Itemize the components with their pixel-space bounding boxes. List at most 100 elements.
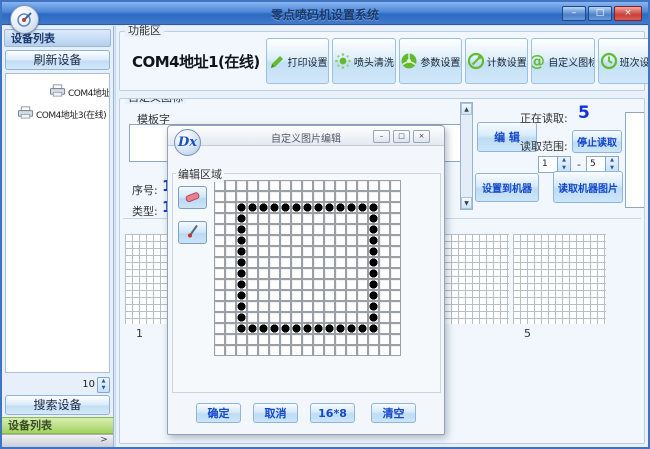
grid-cell[interactable]	[313, 345, 324, 356]
shift-settings-button[interactable]: 班次设定	[598, 38, 650, 84]
grid-cell[interactable]	[302, 246, 313, 257]
grid-cell[interactable]	[379, 279, 390, 290]
dialog-maximize-button[interactable]: □	[393, 130, 410, 143]
grid-cell[interactable]	[390, 213, 401, 224]
grid-cell[interactable]	[335, 290, 346, 301]
grid-cell[interactable]	[335, 334, 346, 345]
spinner-up-icon[interactable]: ▲	[98, 378, 109, 385]
grid-cell[interactable]	[313, 224, 324, 235]
grid-cell[interactable]	[291, 224, 302, 235]
close-button[interactable]: ×	[614, 6, 642, 21]
spinner-up-icon[interactable]: ▲	[558, 157, 570, 165]
grid-cell[interactable]	[379, 312, 390, 323]
grid-cell[interactable]	[258, 323, 269, 334]
grid-cell[interactable]	[225, 301, 236, 312]
eraser-tool-button[interactable]	[178, 186, 207, 209]
grid-cell[interactable]	[302, 334, 313, 345]
grid-cell[interactable]	[379, 191, 390, 202]
grid-cell[interactable]	[214, 246, 225, 257]
grid-cell[interactable]	[324, 213, 335, 224]
grid-cell[interactable]	[379, 246, 390, 257]
dialog-close-button[interactable]: ×	[413, 130, 430, 143]
grid-cell[interactable]	[346, 246, 357, 257]
grid-cell[interactable]	[225, 279, 236, 290]
grid-cell[interactable]	[313, 279, 324, 290]
grid-cell[interactable]	[335, 191, 346, 202]
grid-cell[interactable]	[225, 202, 236, 213]
dialog-minimize-button[interactable]: –	[373, 130, 390, 143]
grid-cell[interactable]	[357, 279, 368, 290]
grid-cell[interactable]	[324, 312, 335, 323]
grid-cell[interactable]	[324, 301, 335, 312]
grid-cell[interactable]	[269, 268, 280, 279]
grid-cell[interactable]	[214, 312, 225, 323]
grid-cell[interactable]	[335, 246, 346, 257]
grid-cell[interactable]	[346, 202, 357, 213]
grid-cell[interactable]	[368, 180, 379, 191]
grid-cell[interactable]	[379, 180, 390, 191]
grid-cell[interactable]	[269, 224, 280, 235]
scroll-up-icon[interactable]: ▲	[461, 103, 472, 115]
grid-cell[interactable]	[324, 257, 335, 268]
grid-cell[interactable]	[280, 235, 291, 246]
search-devices-button[interactable]: 搜索设备	[5, 395, 110, 415]
grid-cell[interactable]	[214, 235, 225, 246]
grid-cell[interactable]	[335, 345, 346, 356]
grid-cell[interactable]	[390, 235, 401, 246]
grid-cell[interactable]	[390, 268, 401, 279]
grid-cell[interactable]	[324, 334, 335, 345]
cancel-button[interactable]: 取消	[253, 403, 298, 423]
grid-cell[interactable]	[280, 224, 291, 235]
refresh-devices-button[interactable]: 刷新设备	[5, 50, 110, 70]
grid-cell[interactable]	[236, 191, 247, 202]
device-count-stepper[interactable]: ▲ ▼	[97, 377, 110, 393]
grid-cell[interactable]	[236, 323, 247, 334]
grid-cell[interactable]	[214, 202, 225, 213]
grid-cell[interactable]	[346, 213, 357, 224]
grid-cell[interactable]	[269, 202, 280, 213]
grid-cell[interactable]	[280, 323, 291, 334]
grid-cell[interactable]	[280, 279, 291, 290]
grid-cell[interactable]	[280, 301, 291, 312]
grid-cell[interactable]	[357, 290, 368, 301]
grid-cell[interactable]	[357, 301, 368, 312]
grid-cell[interactable]	[379, 213, 390, 224]
spinner-down-icon[interactable]: ▼	[98, 385, 109, 392]
grid-cell[interactable]	[346, 224, 357, 235]
grid-cell[interactable]	[302, 323, 313, 334]
grid-cell[interactable]	[225, 257, 236, 268]
grid-cell[interactable]	[225, 246, 236, 257]
grid-cell[interactable]	[225, 268, 236, 279]
grid-cell[interactable]	[302, 345, 313, 356]
grid-cell[interactable]	[280, 312, 291, 323]
set-to-machine-button[interactable]: 设置到机器	[475, 173, 539, 202]
grid-cell[interactable]	[379, 334, 390, 345]
grid-cell[interactable]	[258, 345, 269, 356]
grid-cell[interactable]	[390, 246, 401, 257]
count-settings-button[interactable]: 计数设置	[465, 38, 528, 84]
grid-cell[interactable]	[214, 334, 225, 345]
range-from-value[interactable]: 1	[539, 157, 557, 172]
grid-cell[interactable]	[236, 180, 247, 191]
grid-cell[interactable]	[247, 235, 258, 246]
grid-cell[interactable]	[346, 268, 357, 279]
grid-cell[interactable]	[324, 345, 335, 356]
grid-cell[interactable]	[225, 213, 236, 224]
grid-cell[interactable]	[269, 191, 280, 202]
grid-cell[interactable]	[324, 191, 335, 202]
grid-cell[interactable]	[258, 290, 269, 301]
grid-cell[interactable]	[390, 312, 401, 323]
grid-cell[interactable]	[247, 224, 258, 235]
grid-cell[interactable]	[236, 279, 247, 290]
grid-cell[interactable]	[324, 323, 335, 334]
grid-cell[interactable]	[324, 246, 335, 257]
grid-cell[interactable]	[236, 202, 247, 213]
grid-cell[interactable]	[236, 290, 247, 301]
grid-cell[interactable]	[247, 180, 258, 191]
grid-cell[interactable]	[269, 334, 280, 345]
grid-cell[interactable]	[280, 213, 291, 224]
grid-cell[interactable]	[258, 246, 269, 257]
grid-cell[interactable]	[280, 191, 291, 202]
grid-cell[interactable]	[368, 213, 379, 224]
grid-cell[interactable]	[280, 257, 291, 268]
